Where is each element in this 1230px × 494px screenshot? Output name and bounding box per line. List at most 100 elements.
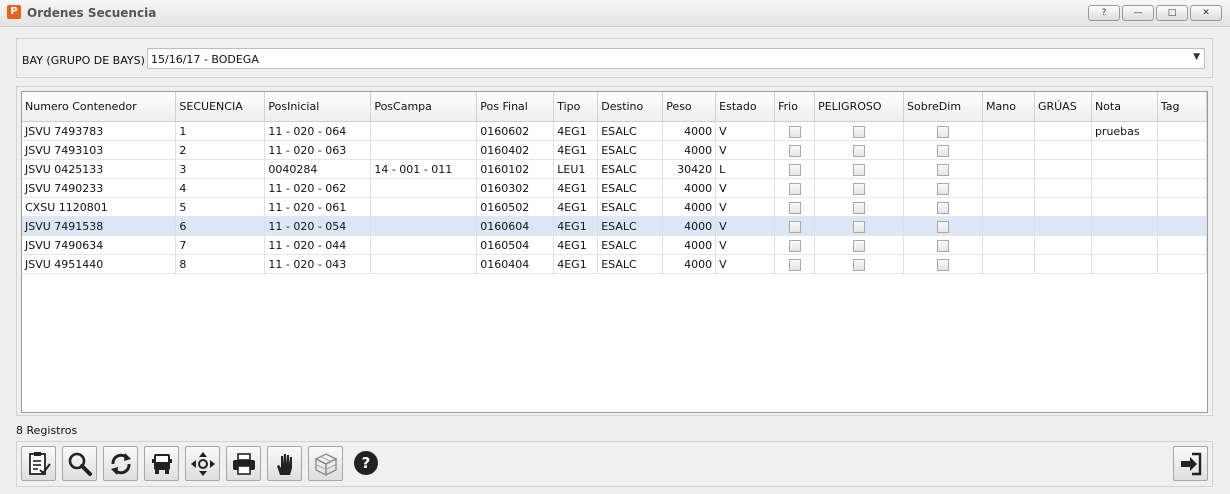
cell-pos-inicial: 11 - 020 - 043 [264,254,372,274]
table-row[interactable]: JSVU 7493783 1 11 - 020 - 064 0160602 4EG1 ES… [22,121,1207,141]
cell-destino: ESALC [597,140,664,160]
cell-gruas [1034,254,1092,274]
print-button[interactable] [226,446,261,481]
window-close-button[interactable]: ✕ [1190,5,1222,21]
print-icon [232,452,255,475]
column-header[interactable]: PosCampa [370,92,478,122]
sobredim-checkbox[interactable] [937,163,950,176]
cell-pos-inicial: 11 - 020 - 054 [264,216,372,236]
column-header[interactable]: Pos Final [476,92,555,122]
cell-secuencia: 5 [175,197,266,217]
sobredim-checkbox[interactable] [937,125,950,138]
bay-select[interactable]: 15/16/17 - BODEGA ▼ [147,48,1205,69]
peligroso-checkbox[interactable] [853,163,866,176]
exit-button[interactable] [1173,446,1208,481]
table-row[interactable]: JSVU 0425133 3 0040284 14 - 001 - 011 016010… [22,159,1207,179]
cell-peligroso [814,197,905,217]
column-header[interactable]: Estado [715,92,776,122]
cell-peso: 4000 [662,178,717,198]
edit-list-button[interactable] [21,446,56,481]
peligroso-checkbox[interactable] [853,201,866,214]
column-header[interactable]: SECUENCIA [175,92,266,122]
cell-peso: 4000 [662,254,717,274]
cell-tag [1157,216,1207,236]
cell-secuencia: 2 [175,140,266,160]
cell-peligroso [814,121,905,141]
cell-estado: V [715,178,776,198]
frio-checkbox[interactable] [788,258,801,271]
table-row[interactable]: JSVU 4951440 8 11 - 020 - 043 0160404 4EG1 ES… [22,254,1207,274]
frio-checkbox[interactable] [788,163,801,176]
peligroso-checkbox[interactable] [853,239,866,252]
frio-checkbox[interactable] [788,182,801,195]
sobredim-checkbox[interactable] [937,258,950,271]
cell-mano [982,216,1035,236]
sobredim-checkbox[interactable] [937,239,950,252]
cell-estado: V [715,140,776,160]
peligroso-checkbox[interactable] [853,125,866,138]
table-row[interactable]: JSVU 7490233 4 11 - 020 - 062 0160302 4EG1 ES… [22,178,1207,198]
table-row[interactable]: JSVU 7491538 6 11 - 020 - 054 0160604 4EG1 ES… [22,216,1207,236]
truck-button[interactable] [144,446,179,481]
column-header[interactable]: Tipo [553,92,599,122]
table-row[interactable]: JSVU 7490634 7 11 - 020 - 044 0160504 4EG1 ES… [22,235,1207,255]
cell-peso: 30420 [662,159,717,179]
column-header[interactable]: PELIGROSO [814,92,905,122]
cell-pos-final: 0160604 [476,216,555,236]
cell-contenedor: JSVU 7491538 [22,216,177,236]
table-row[interactable]: JSVU 7493103 2 11 - 020 - 063 0160402 4EG1 ES… [22,140,1207,160]
column-header[interactable]: Peso [662,92,717,122]
window-help-button[interactable]: ? [1088,5,1120,21]
cell-tag [1157,140,1207,160]
cell-mano [982,254,1035,274]
peligroso-checkbox[interactable] [853,182,866,195]
frio-checkbox[interactable] [788,239,801,252]
cell-destino: ESALC [597,178,664,198]
chevron-down-icon[interactable]: ▼ [1193,52,1200,62]
cell-pos-campa [370,140,478,160]
frio-checkbox[interactable] [788,220,801,233]
cube-button[interactable] [308,446,343,481]
help-button[interactable]: ? [353,450,379,476]
peligroso-checkbox[interactable] [853,258,866,271]
sequence-grid[interactable]: Numero Contenedor SECUENCIA PosInicial PosC… [21,91,1208,413]
cell-contenedor: JSVU 7490233 [22,178,177,198]
refresh-button[interactable] [103,446,138,481]
table-row[interactable]: CXSU 1120801 5 11 - 020 - 061 0160502 4EG1 ES… [22,197,1207,217]
search-button[interactable] [62,446,97,481]
column-header[interactable]: PosInicial [264,92,372,122]
frio-checkbox[interactable] [788,201,801,214]
cell-pos-final: 0160502 [476,197,555,217]
hand-button[interactable] [267,446,302,481]
cell-secuencia: 3 [175,159,266,179]
column-header[interactable]: Tag [1157,92,1207,122]
column-header[interactable]: GRÚAS [1034,92,1092,122]
cell-contenedor: JSVU 7490634 [22,235,177,255]
cell-tag [1157,159,1207,179]
sobredim-checkbox[interactable] [937,182,950,195]
frio-checkbox[interactable] [788,144,801,157]
peligroso-checkbox[interactable] [853,144,866,157]
sobredim-checkbox[interactable] [937,201,950,214]
frio-checkbox[interactable] [788,125,801,138]
sobredim-checkbox[interactable] [937,220,950,233]
move-button[interactable] [185,446,220,481]
column-header[interactable]: SobreDim [903,92,983,122]
peligroso-checkbox[interactable] [853,220,866,233]
window-minimize-button[interactable]: — [1122,5,1154,21]
cell-frio [774,197,816,217]
column-header[interactable]: Frio [774,92,816,122]
column-header[interactable]: Numero Contenedor [22,92,177,122]
column-header[interactable]: Destino [597,92,664,122]
cell-frio [774,140,816,160]
cell-sobredim [903,216,983,236]
cell-peligroso [814,140,905,160]
sobredim-checkbox[interactable] [937,144,950,157]
cell-frio [774,121,816,141]
window-maximize-button[interactable]: □ [1156,5,1188,21]
cell-contenedor: CXSU 1120801 [22,197,177,217]
column-header[interactable]: Mano [982,92,1035,122]
cell-estado: L [715,159,776,179]
column-header[interactable]: Nota [1091,92,1158,122]
help-icon: ? [354,451,378,475]
